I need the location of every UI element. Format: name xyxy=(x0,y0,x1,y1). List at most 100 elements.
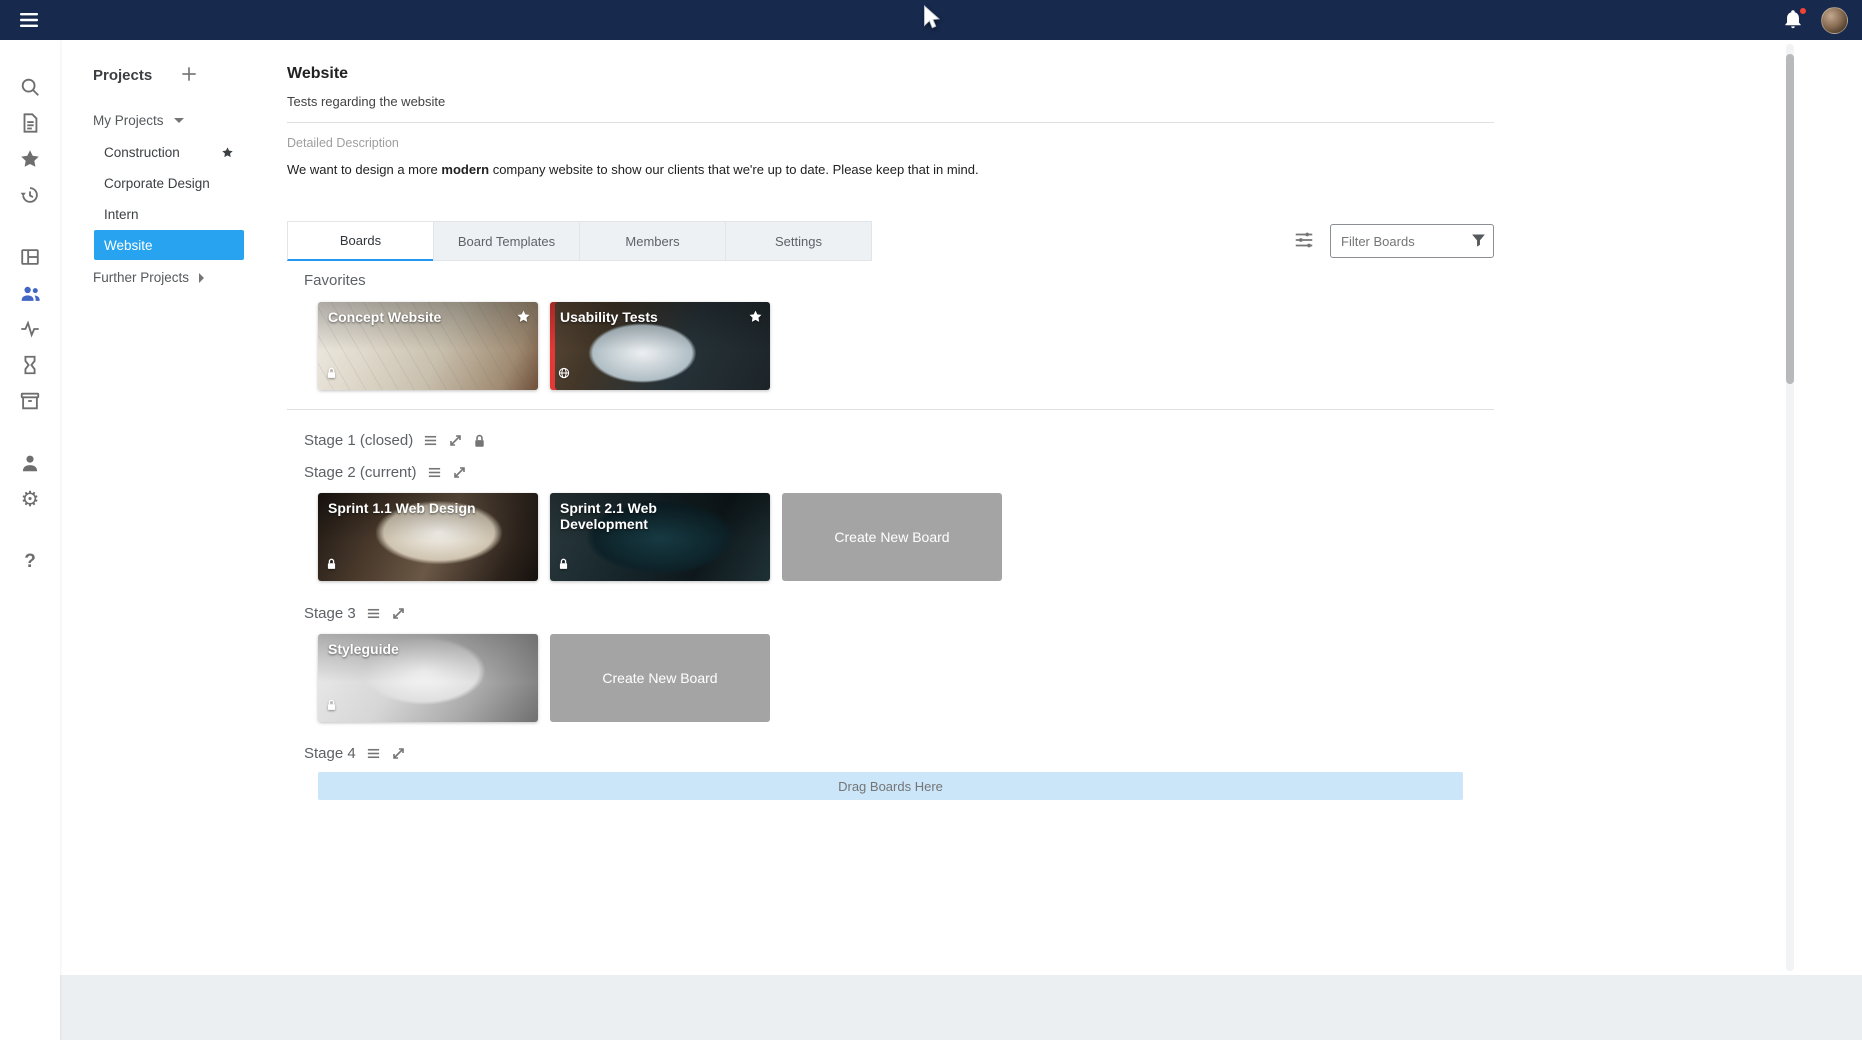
stage3-cards-row: Styleguide Create New Board xyxy=(318,634,1494,722)
stage-menu-icon[interactable] xyxy=(423,433,438,448)
lock-icon xyxy=(326,698,337,716)
lock-icon xyxy=(558,557,569,575)
tabs-row: Boards Board Templates Members Settings xyxy=(287,221,1494,261)
filter-boards-input[interactable] xyxy=(1330,224,1494,258)
menu-icon[interactable] xyxy=(16,8,42,34)
stage-menu-icon[interactable] xyxy=(366,746,381,761)
create-new-board-button[interactable]: Create New Board xyxy=(550,634,770,722)
stage-expand-icon[interactable] xyxy=(452,465,467,480)
description-text-bold: modern xyxy=(441,162,489,177)
projects-panel: Projects My Projects Construction Corpor… xyxy=(60,40,286,975)
description-text: We want to design a more modern company … xyxy=(287,162,1494,177)
board-star-icon[interactable] xyxy=(748,309,763,329)
further-projects-toggle[interactable]: Further Projects xyxy=(93,270,286,285)
stage-expand-icon[interactable] xyxy=(391,746,406,761)
page-subtitle: Tests regarding the website xyxy=(287,94,1494,109)
scrollbar-thumb[interactable] xyxy=(1786,54,1794,384)
board-card-concept-website[interactable]: Concept Website xyxy=(318,302,538,390)
favorites-cards-row: Concept Website Usability Tests xyxy=(318,302,1494,390)
section-stage3-heading: Stage 3 xyxy=(304,605,1494,622)
scrollbar[interactable] xyxy=(1786,44,1794,971)
tab-board-templates[interactable]: Board Templates xyxy=(433,221,580,261)
stage2-cards-row: Sprint 1.1 Web Design Sprint 2.1 Web Dev… xyxy=(318,493,1494,581)
section-stage1-heading: Stage 1 (closed) xyxy=(304,432,1494,449)
description-text-before: We want to design a more xyxy=(287,162,441,177)
description-text-after: company website to show our clients that… xyxy=(489,162,979,177)
settings-icon[interactable]: ⚙ xyxy=(12,481,48,517)
tab-label: Boards xyxy=(340,233,381,248)
chevron-right-icon xyxy=(199,273,204,283)
view-options-icon[interactable] xyxy=(1292,229,1316,253)
project-item-website[interactable]: Website xyxy=(94,230,244,260)
notification-badge xyxy=(1798,6,1808,16)
board-card-sprint-2-1[interactable]: Sprint 2.1 Web Development xyxy=(550,493,770,581)
add-project-button[interactable] xyxy=(178,64,200,86)
archive-icon[interactable] xyxy=(12,383,48,419)
question-glyph: ? xyxy=(24,552,36,571)
stage-menu-icon[interactable] xyxy=(366,606,381,621)
board-title: Styleguide xyxy=(328,641,512,657)
board-star-icon[interactable] xyxy=(516,309,531,329)
create-new-board-label: Create New Board xyxy=(602,670,717,686)
filter-boards-box xyxy=(1330,224,1494,258)
board-title: Usability Tests xyxy=(560,309,744,325)
document-icon[interactable] xyxy=(12,105,48,141)
bell-icon[interactable] xyxy=(1781,8,1805,32)
hourglass-icon[interactable] xyxy=(12,347,48,383)
people-icon[interactable] xyxy=(12,275,48,311)
drag-boards-drop-zone[interactable]: Drag Boards Here xyxy=(318,772,1463,800)
board-title: Concept Website xyxy=(328,309,512,325)
project-item-corporate-design[interactable]: Corporate Design xyxy=(94,168,244,198)
activity-icon[interactable] xyxy=(12,311,48,347)
tab-settings[interactable]: Settings xyxy=(725,221,872,261)
section-stage4-heading: Stage 4 xyxy=(304,745,1494,762)
board-title: Sprint 2.1 Web Development xyxy=(560,500,744,532)
section-stage2-heading: Stage 2 (current) xyxy=(304,464,1494,481)
tab-members[interactable]: Members xyxy=(579,221,726,261)
section-title: Stage 1 (closed) xyxy=(304,432,413,449)
section-title: Stage 2 (current) xyxy=(304,464,417,481)
project-item-intern[interactable]: Intern xyxy=(94,199,244,229)
drop-zone-label: Drag Boards Here xyxy=(838,779,943,794)
section-title: Favorites xyxy=(304,272,366,289)
person-icon[interactable] xyxy=(12,445,48,481)
board-title: Sprint 1.1 Web Design xyxy=(328,500,512,516)
stage-expand-icon[interactable] xyxy=(448,433,463,448)
stage-lock-icon[interactable] xyxy=(473,434,486,448)
project-list: Construction Corporate Design Intern Web… xyxy=(93,137,286,260)
lock-icon xyxy=(326,557,337,575)
create-new-board-button[interactable]: Create New Board xyxy=(782,493,1002,581)
stage-menu-icon[interactable] xyxy=(427,465,442,480)
stage-expand-icon[interactable] xyxy=(391,606,406,621)
cursor-logo xyxy=(919,4,943,39)
my-projects-toggle[interactable]: My Projects xyxy=(93,113,286,128)
divider xyxy=(287,409,1494,410)
section-title: Stage 4 xyxy=(304,745,356,762)
section-title: Stage 3 xyxy=(304,605,356,622)
gear-glyph: ⚙ xyxy=(21,489,40,510)
globe-icon xyxy=(558,366,570,384)
board-card-sprint-1-1[interactable]: Sprint 1.1 Web Design xyxy=(318,493,538,581)
star-icon[interactable] xyxy=(12,141,48,177)
board-card-styleguide[interactable]: Styleguide xyxy=(318,634,538,722)
project-item-construction[interactable]: Construction xyxy=(94,137,244,167)
user-avatar[interactable] xyxy=(1821,7,1848,34)
topbar xyxy=(0,0,1862,40)
tab-boards[interactable]: Boards xyxy=(287,221,434,261)
projects-panel-header: Projects xyxy=(93,64,286,86)
my-projects-label: My Projects xyxy=(93,113,164,128)
project-item-label: Construction xyxy=(104,145,180,160)
icon-rail: ⚙ ? xyxy=(0,40,60,1040)
search-icon[interactable] xyxy=(12,69,48,105)
board-controls xyxy=(1292,224,1494,258)
page-title: Website xyxy=(287,65,1494,83)
further-projects-label: Further Projects xyxy=(93,270,189,285)
project-item-label: Corporate Design xyxy=(104,176,210,191)
help-icon[interactable]: ? xyxy=(12,543,48,579)
history-icon[interactable] xyxy=(12,177,48,213)
project-item-label: Website xyxy=(104,238,153,253)
board-card-usability-tests[interactable]: Usability Tests xyxy=(550,302,770,390)
topbar-actions xyxy=(1781,0,1848,40)
board-icon[interactable] xyxy=(12,239,48,275)
favorite-star-icon xyxy=(221,146,234,159)
